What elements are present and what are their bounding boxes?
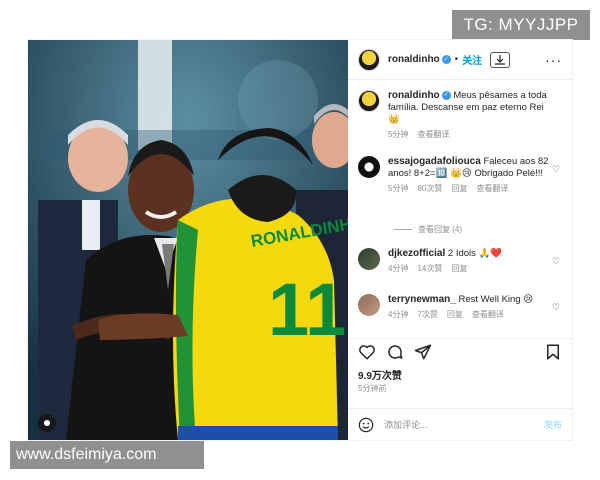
post-comment-button[interactable]: 发布	[544, 418, 562, 431]
photo-illustration: RONALDINH 11	[28, 40, 348, 440]
avatar[interactable]	[358, 90, 380, 112]
comment-username[interactable]: essajogadafoliouca	[388, 156, 481, 167]
post-sidebar: ronaldinho ✓ • 关注 ··· ronaldinho ✓ Meus p…	[348, 40, 572, 440]
header-separator: •	[454, 54, 459, 65]
watermark-bottom: www.dsfeimiya.com	[10, 441, 204, 469]
more-options-icon[interactable]: ···	[545, 52, 562, 68]
avatar[interactable]	[358, 48, 380, 71]
tagged-users-icon[interactable]	[38, 414, 56, 432]
comment-likes[interactable]: 7次赞	[417, 309, 437, 321]
like-comment-heart-icon[interactable]: ♡	[552, 164, 560, 175]
view-replies-link[interactable]: 查看回复 (4)	[394, 224, 462, 235]
reply-link[interactable]: 回复	[451, 263, 467, 275]
caption-comment: ronaldinho ✓ Meus pêsames a toda família.…	[348, 90, 572, 141]
reply-link[interactable]: 回复	[451, 183, 467, 195]
like-heart-icon[interactable]	[358, 343, 376, 361]
translate-link[interactable]: 查看翻译	[472, 309, 504, 321]
comment-likes[interactable]: 80次赞	[417, 183, 442, 195]
replies-divider	[394, 229, 412, 230]
comment-text: Rest Well King 😢	[458, 294, 534, 305]
comments-list: ronaldinho ✓ Meus pêsames a toda família.…	[348, 86, 572, 336]
follow-button[interactable]: 关注	[462, 52, 482, 67]
translate-link[interactable]: 查看翻译	[476, 183, 508, 195]
verified-badge-icon: ✓	[441, 90, 451, 100]
likes-count[interactable]: 9.9万次赞	[358, 367, 402, 382]
comment-likes[interactable]: 14次赞	[417, 263, 442, 275]
comment-time: 4分钟	[388, 264, 409, 273]
caption-username[interactable]: ronaldinho	[388, 90, 440, 101]
post-actions	[348, 338, 572, 364]
caption-translate-link[interactable]: 查看翻译	[417, 129, 449, 141]
comment-username[interactable]: djkezofficial	[388, 248, 445, 259]
comment-bubble-icon[interactable]	[386, 343, 404, 361]
comment-item: djkezofficial 2 Idols 🙏❤️ 4分钟 14次赞 回复	[348, 248, 572, 275]
avatar[interactable]	[358, 294, 380, 316]
save-bookmark-icon[interactable]	[544, 343, 562, 361]
reply-link[interactable]: 回复	[447, 309, 463, 321]
posted-time: 5分钟前	[358, 384, 387, 393]
avatar[interactable]	[358, 156, 380, 178]
post-photo[interactable]: RONALDINH 11	[28, 40, 348, 440]
comment-text: 2 Idols 🙏❤️	[447, 248, 503, 259]
comment-time: 5分钟	[388, 184, 409, 193]
share-send-icon[interactable]	[414, 343, 432, 361]
comment-time: 4分钟	[388, 310, 409, 319]
like-comment-heart-icon[interactable]: ♡	[552, 256, 560, 267]
header-username[interactable]: ronaldinho	[388, 54, 440, 65]
comment-username[interactable]: terrynewman_	[388, 294, 456, 305]
emoji-icon[interactable]	[358, 417, 374, 433]
jersey-number: 11	[268, 268, 346, 351]
instagram-post: RONALDINH 11 ronaldinho ✓ • 关注 ··· ronal…	[28, 40, 572, 440]
add-comment-bar: 发布	[348, 408, 572, 440]
caption-time: 5分钟	[388, 130, 409, 139]
like-comment-heart-icon[interactable]: ♡	[552, 302, 560, 313]
comment-item: essajogadafoliouca Faleceu aos 82 anos! …	[348, 156, 572, 195]
post-header: ronaldinho ✓ • 关注 ···	[348, 40, 572, 80]
download-icon[interactable]	[490, 51, 511, 68]
view-replies-label[interactable]: 查看回复 (4)	[418, 224, 462, 235]
comment-item: terrynewman_ Rest Well King 😢 4分钟 7次赞 回复…	[348, 294, 572, 321]
watermark-top: TG: MYYJJPP	[452, 10, 590, 40]
comment-input[interactable]	[384, 419, 514, 430]
verified-badge-icon: ✓	[441, 55, 451, 64]
avatar[interactable]	[358, 248, 380, 270]
